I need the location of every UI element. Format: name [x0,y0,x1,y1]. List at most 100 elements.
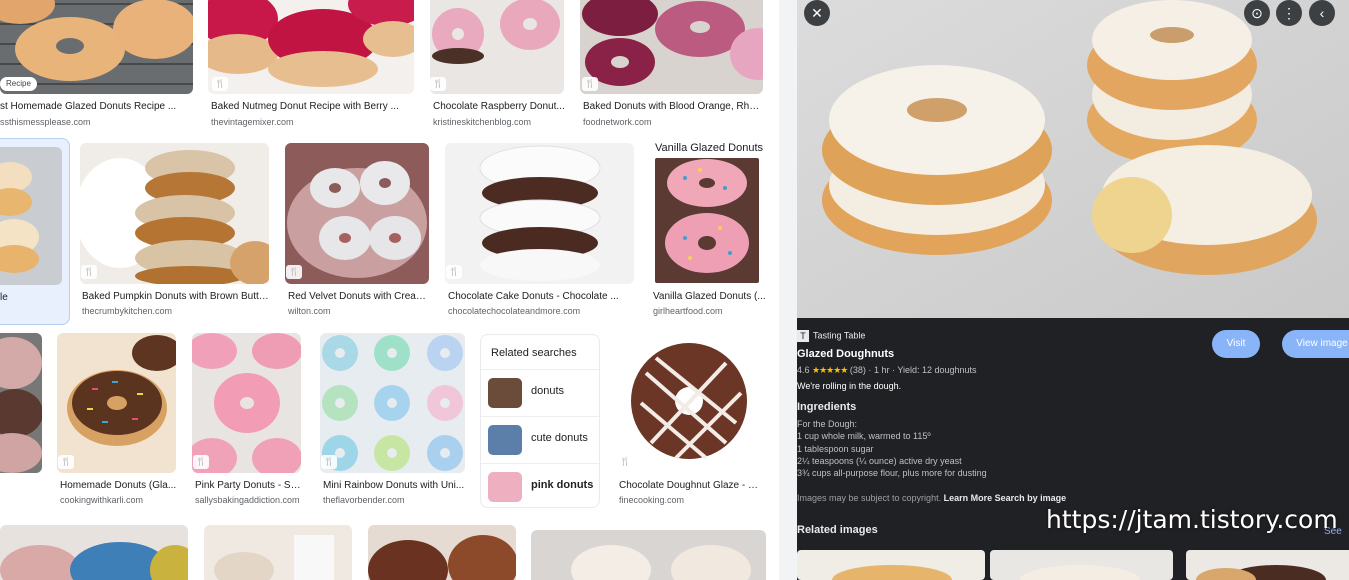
separator: · [891,365,895,375]
result-thumbnail[interactable] [368,525,516,580]
star-rating-icon: ★★★★★ [812,365,848,375]
result-card[interactable]: 🍴 Baked Pumpkin Donuts with Brown Butte.… [80,143,272,323]
related-image[interactable] [797,550,985,580]
result-source[interactable]: cookingwithkarli.com [60,495,178,505]
result-card[interactable] [0,333,45,473]
result-card-selected[interactable]: le [0,138,70,325]
result-card[interactable]: 🍴 Pink Party Donuts - Sall... sallysbaki… [192,333,304,513]
related-search-pink-donuts[interactable]: pink donuts [481,463,599,508]
related-donut-image [832,565,952,580]
result-thumbnail[interactable] [616,333,763,473]
result-title[interactable]: le [0,292,60,303]
lens-search-icon[interactable]: ⊙ [1244,0,1270,26]
sprinkle-chocolate-donuts-image [57,333,176,473]
berry-glazed-donuts-image [208,0,414,94]
result-thumbnail[interactable] [430,0,564,94]
site-logo-icon: T [797,330,809,342]
blood-orange-donuts-image [580,0,763,94]
view-image-button[interactable]: View image [1282,330,1349,358]
related-search-cute-donuts[interactable]: cute donuts [481,416,599,461]
result-card[interactable]: Recipe st Homemade Glazed Donuts Recipe … [0,0,195,130]
result-thumbnail[interactable] [531,530,766,580]
result-title[interactable]: Chocolate Doughnut Glaze - Re... [619,480,764,491]
result-source[interactable]: sallysbakingaddiction.com [195,495,303,505]
result-thumbnail[interactable] [204,525,352,580]
source-site[interactable]: T Tasting Table [797,330,865,342]
result-card[interactable]: 🍴 Baked Nutmeg Donut Recipe with Berry .… [208,0,418,130]
result-card[interactable]: 🍴 Red Velvet Donuts with Cream... wilton… [285,143,435,323]
result-thumbnail[interactable] [80,143,269,284]
result-source[interactable]: ssthismessplease.com [0,117,190,127]
visit-button[interactable]: Visit [1212,330,1260,358]
milk-donuts-image [204,525,352,580]
rainbow-donuts-image [320,333,465,473]
result-thumbnail[interactable] [320,333,465,473]
result-title[interactable]: Homemade Donuts (Gla... [60,480,178,491]
related-image[interactable] [990,550,1173,580]
result-card[interactable]: 🍴 Chocolate Cake Donuts - Chocolate ... … [445,143,637,323]
related-donut-image [1020,565,1140,580]
more-options-icon[interactable]: ⋮ [1276,0,1302,26]
result-title[interactable]: Mini Rainbow Donuts with Uni... [323,480,468,491]
result-title[interactable]: Baked Nutmeg Donut Recipe with Berry ... [211,101,411,112]
related-search-label: cute donuts [531,432,588,444]
result-title[interactable]: Baked Donuts with Blood Orange, Rhub... [583,101,763,112]
close-icon[interactable]: ✕ [804,0,830,26]
result-source[interactable]: wilton.com [288,306,431,316]
recipe-icon: 🍴 [582,77,598,91]
recipe-title[interactable]: Glazed Doughnuts [797,348,894,360]
preview-image[interactable]: ✕ ⊙ ⋮ ‹ [797,0,1349,318]
result-source[interactable]: thevintagemixer.com [211,117,411,127]
result-title[interactable]: Pink Party Donuts - Sall... [195,480,303,491]
result-title[interactable]: Baked Pumpkin Donuts with Brown Butte... [82,291,270,302]
result-thumbnail[interactable] [655,158,759,283]
related-searches-panel: Related searches donuts cute donuts pink… [480,334,600,508]
glazed-donuts-wooden-image [531,530,766,580]
result-source[interactable]: girlheartfood.com [653,306,770,316]
ingredient-line: For the Dough: [797,419,858,429]
result-source[interactable]: finecooking.com [619,495,764,505]
recipe-icon: 🍴 [212,77,228,91]
related-search-donuts[interactable]: donuts [481,369,599,414]
recipe-icon: 🍴 [58,455,74,469]
learn-more-link[interactable]: Learn More [944,493,993,503]
result-thumbnail[interactable] [208,0,414,94]
result-thumbnail[interactable] [0,147,62,285]
result-card[interactable]: 🍴 Homemade Donuts (Gla... cookingwithkar… [57,333,179,513]
glazed-doughnuts-hero-image [797,0,1349,318]
chocolate-doughnut-glaze-image [616,333,763,473]
result-title[interactable]: Red Velvet Donuts with Cream... [288,291,431,302]
result-thumbnail[interactable] [285,143,429,284]
result-source[interactable]: thecrumbykitchen.com [82,306,270,316]
result-thumbnail[interactable] [192,333,301,473]
result-card[interactable]: 🍴 Mini Rainbow Donuts with Uni... thefla… [320,333,470,513]
result-source[interactable]: foodnetwork.com [583,117,763,127]
chocolate-sprinkle-donuts-image [368,525,516,580]
result-card[interactable]: Vanilla Glazed Donuts Vanilla Glazed Don… [650,138,770,323]
result-thumbnail[interactable] [580,0,763,94]
result-card[interactable]: 🍴 Baked Donuts with Blood Orange, Rhub..… [580,0,765,130]
result-title[interactable]: st Homemade Glazed Donuts Recipe ... [0,101,190,112]
result-title[interactable]: Chocolate Cake Donuts - Chocolate ... [448,291,636,302]
image-preview-panel: ✕ ⊙ ⋮ ‹ T Tasting Table Glazed Doughnuts … [797,0,1349,580]
separator: · [868,365,872,375]
result-thumbnail[interactable] [57,333,176,473]
result-title[interactable]: Vanilla Glazed Donuts (... [653,291,770,302]
result-title[interactable]: Chocolate Raspberry Donut... [433,101,567,112]
chocolate-cake-donuts-image [445,143,634,284]
result-card[interactable]: 🍴 Chocolate Raspberry Donut... kristines… [430,0,570,130]
result-source[interactable]: kristineskitchenblog.com [433,117,567,127]
search-by-image-link[interactable]: Search by image [995,493,1067,503]
result-source[interactable]: chocolatechocolateandmore.com [448,306,636,316]
result-thumbnail[interactable] [0,525,188,580]
ingredient-line: 3¾ cups all-purpose flour, plus more for… [797,468,987,478]
ingredient-line: 1 tablespoon sugar [797,444,874,454]
chocolate-raspberry-donuts-image [430,0,564,94]
result-thumbnail[interactable] [445,143,634,284]
recipe-tagline: We're rolling in the dough. [797,381,902,391]
result-card[interactable]: 🍴 Chocolate Doughnut Glaze - Re... finec… [616,333,766,513]
related-image[interactable] [1186,550,1349,580]
result-thumbnail[interactable] [0,333,42,473]
previous-icon[interactable]: ‹ [1309,0,1335,26]
result-source[interactable]: theflavorbender.com [323,495,468,505]
